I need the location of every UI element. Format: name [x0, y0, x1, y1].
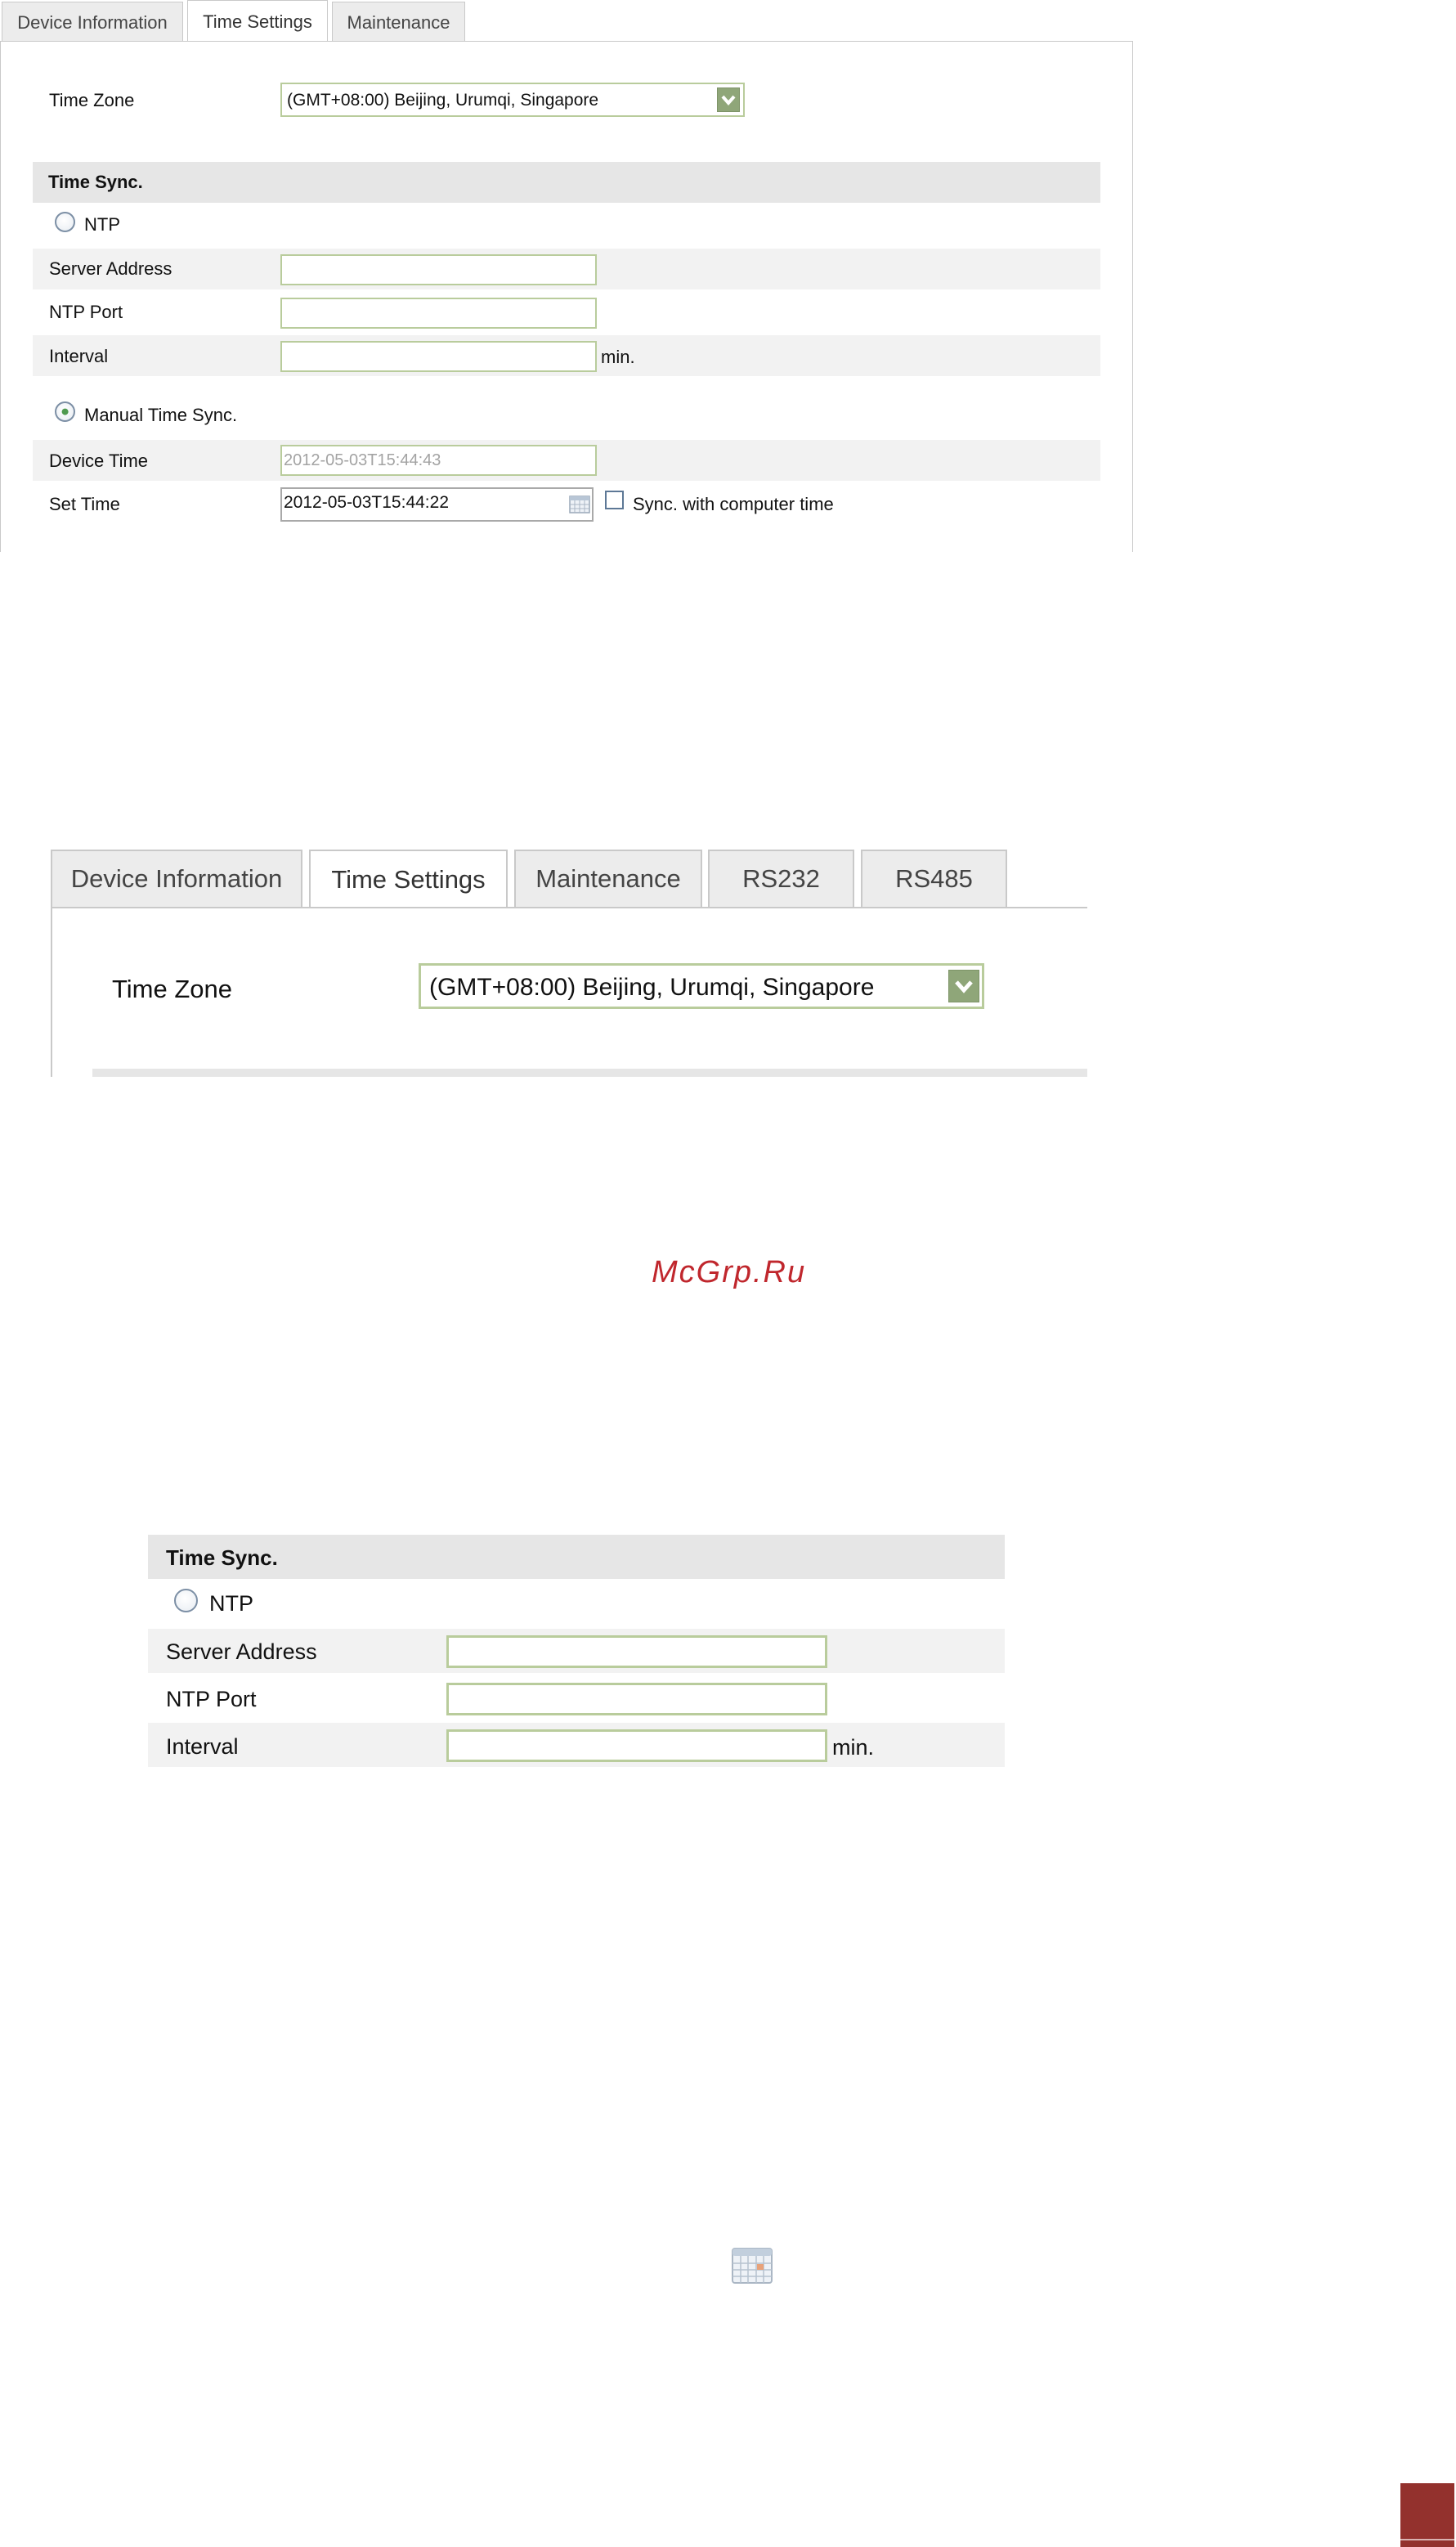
- ntp-port-label: NTP Port: [166, 1687, 257, 1711]
- chevron-down-icon-svg: [721, 95, 736, 106]
- manual-time-sync-radio[interactable]: [55, 401, 75, 422]
- chevron-down-icon[interactable]: [948, 970, 979, 1002]
- ntp-radio[interactable]: [174, 1589, 198, 1612]
- calendar-icon-svg: [732, 2248, 773, 2284]
- time-zone-label: Time Zone: [112, 975, 233, 1003]
- device-time-label: Device Time: [49, 451, 149, 471]
- time-zone-select[interactable]: (GMT+08:00) Beijing, Urumqi, Singapore: [419, 963, 984, 1009]
- tab-rs232[interactable]: RS232: [708, 850, 854, 907]
- ntp-label: NTP: [209, 1591, 253, 1616]
- server-address-input[interactable]: [446, 1635, 827, 1668]
- tab-device-information[interactable]: Device Information: [51, 850, 302, 907]
- set-time-value: 2012-05-03T15:44:22: [284, 493, 449, 512]
- ntp-port-label: NTP Port: [49, 302, 123, 322]
- manual-time-sync-label: Manual Time Sync.: [84, 405, 238, 425]
- interval-input[interactable]: [280, 341, 597, 372]
- device-time-value: 2012-05-03T15:44:43: [284, 451, 441, 469]
- time-sync-header: Time Sync.: [166, 1545, 278, 1570]
- ntp-radio[interactable]: [55, 212, 75, 232]
- page-corner-marker-line: [1400, 2539, 1454, 2540]
- ntp-port-input[interactable]: [280, 298, 597, 329]
- interval-label: Interval: [49, 346, 109, 366]
- interval-label: Interval: [166, 1734, 239, 1759]
- page-corner-marker: [1400, 2483, 1454, 2547]
- time-sync-header: Time Sync.: [48, 172, 143, 192]
- tab-time-settings[interactable]: Time Settings: [309, 850, 508, 908]
- server-address-label: Server Address: [166, 1639, 317, 1664]
- time-zone-value: (GMT+08:00) Beijing, Urumqi, Singapore: [429, 974, 875, 1001]
- time-sync-header-band: [33, 162, 1100, 203]
- set-time-label: Set Time: [49, 494, 120, 514]
- server-address-label: Server Address: [49, 258, 172, 279]
- server-address-input[interactable]: [280, 254, 597, 285]
- time-zone-value: (GMT+08:00) Beijing, Urumqi, Singapore: [287, 91, 599, 110]
- time-zone-select[interactable]: (GMT+08:00) Beijing, Urumqi, Singapore: [280, 83, 745, 117]
- chevron-down-icon-svg: [955, 980, 973, 993]
- tab-device-information[interactable]: Device Information: [2, 2, 183, 43]
- watermark: McGrp.Ru: [652, 1255, 807, 1289]
- sync-computer-time-checkbox[interactable]: [605, 491, 624, 509]
- tab-time-settings[interactable]: Time Settings: [187, 0, 328, 43]
- calendar-icon[interactable]: [569, 495, 590, 513]
- calendar-icon: [731, 2247, 773, 2285]
- ntp-label: NTP: [84, 214, 120, 235]
- device-time-field: 2012-05-03T15:44:43: [280, 445, 597, 476]
- time-sync-header-band-edge: [92, 1069, 1087, 1077]
- time-zone-label: Time Zone: [49, 90, 135, 110]
- set-time-input[interactable]: 2012-05-03T15:44:22: [280, 487, 594, 522]
- tab-rs485[interactable]: RS485: [861, 850, 1007, 907]
- sync-computer-time-label: Sync. with computer time: [633, 494, 834, 514]
- tab-maintenance[interactable]: Maintenance: [514, 850, 702, 907]
- interval-unit: min.: [601, 347, 635, 367]
- chevron-down-icon[interactable]: [717, 87, 740, 112]
- calendar-icon-svg: [569, 495, 590, 513]
- interval-unit: min.: [832, 1735, 875, 1760]
- tab-maintenance[interactable]: Maintenance: [332, 2, 465, 43]
- interval-input[interactable]: [446, 1729, 827, 1762]
- ntp-port-input[interactable]: [446, 1683, 827, 1715]
